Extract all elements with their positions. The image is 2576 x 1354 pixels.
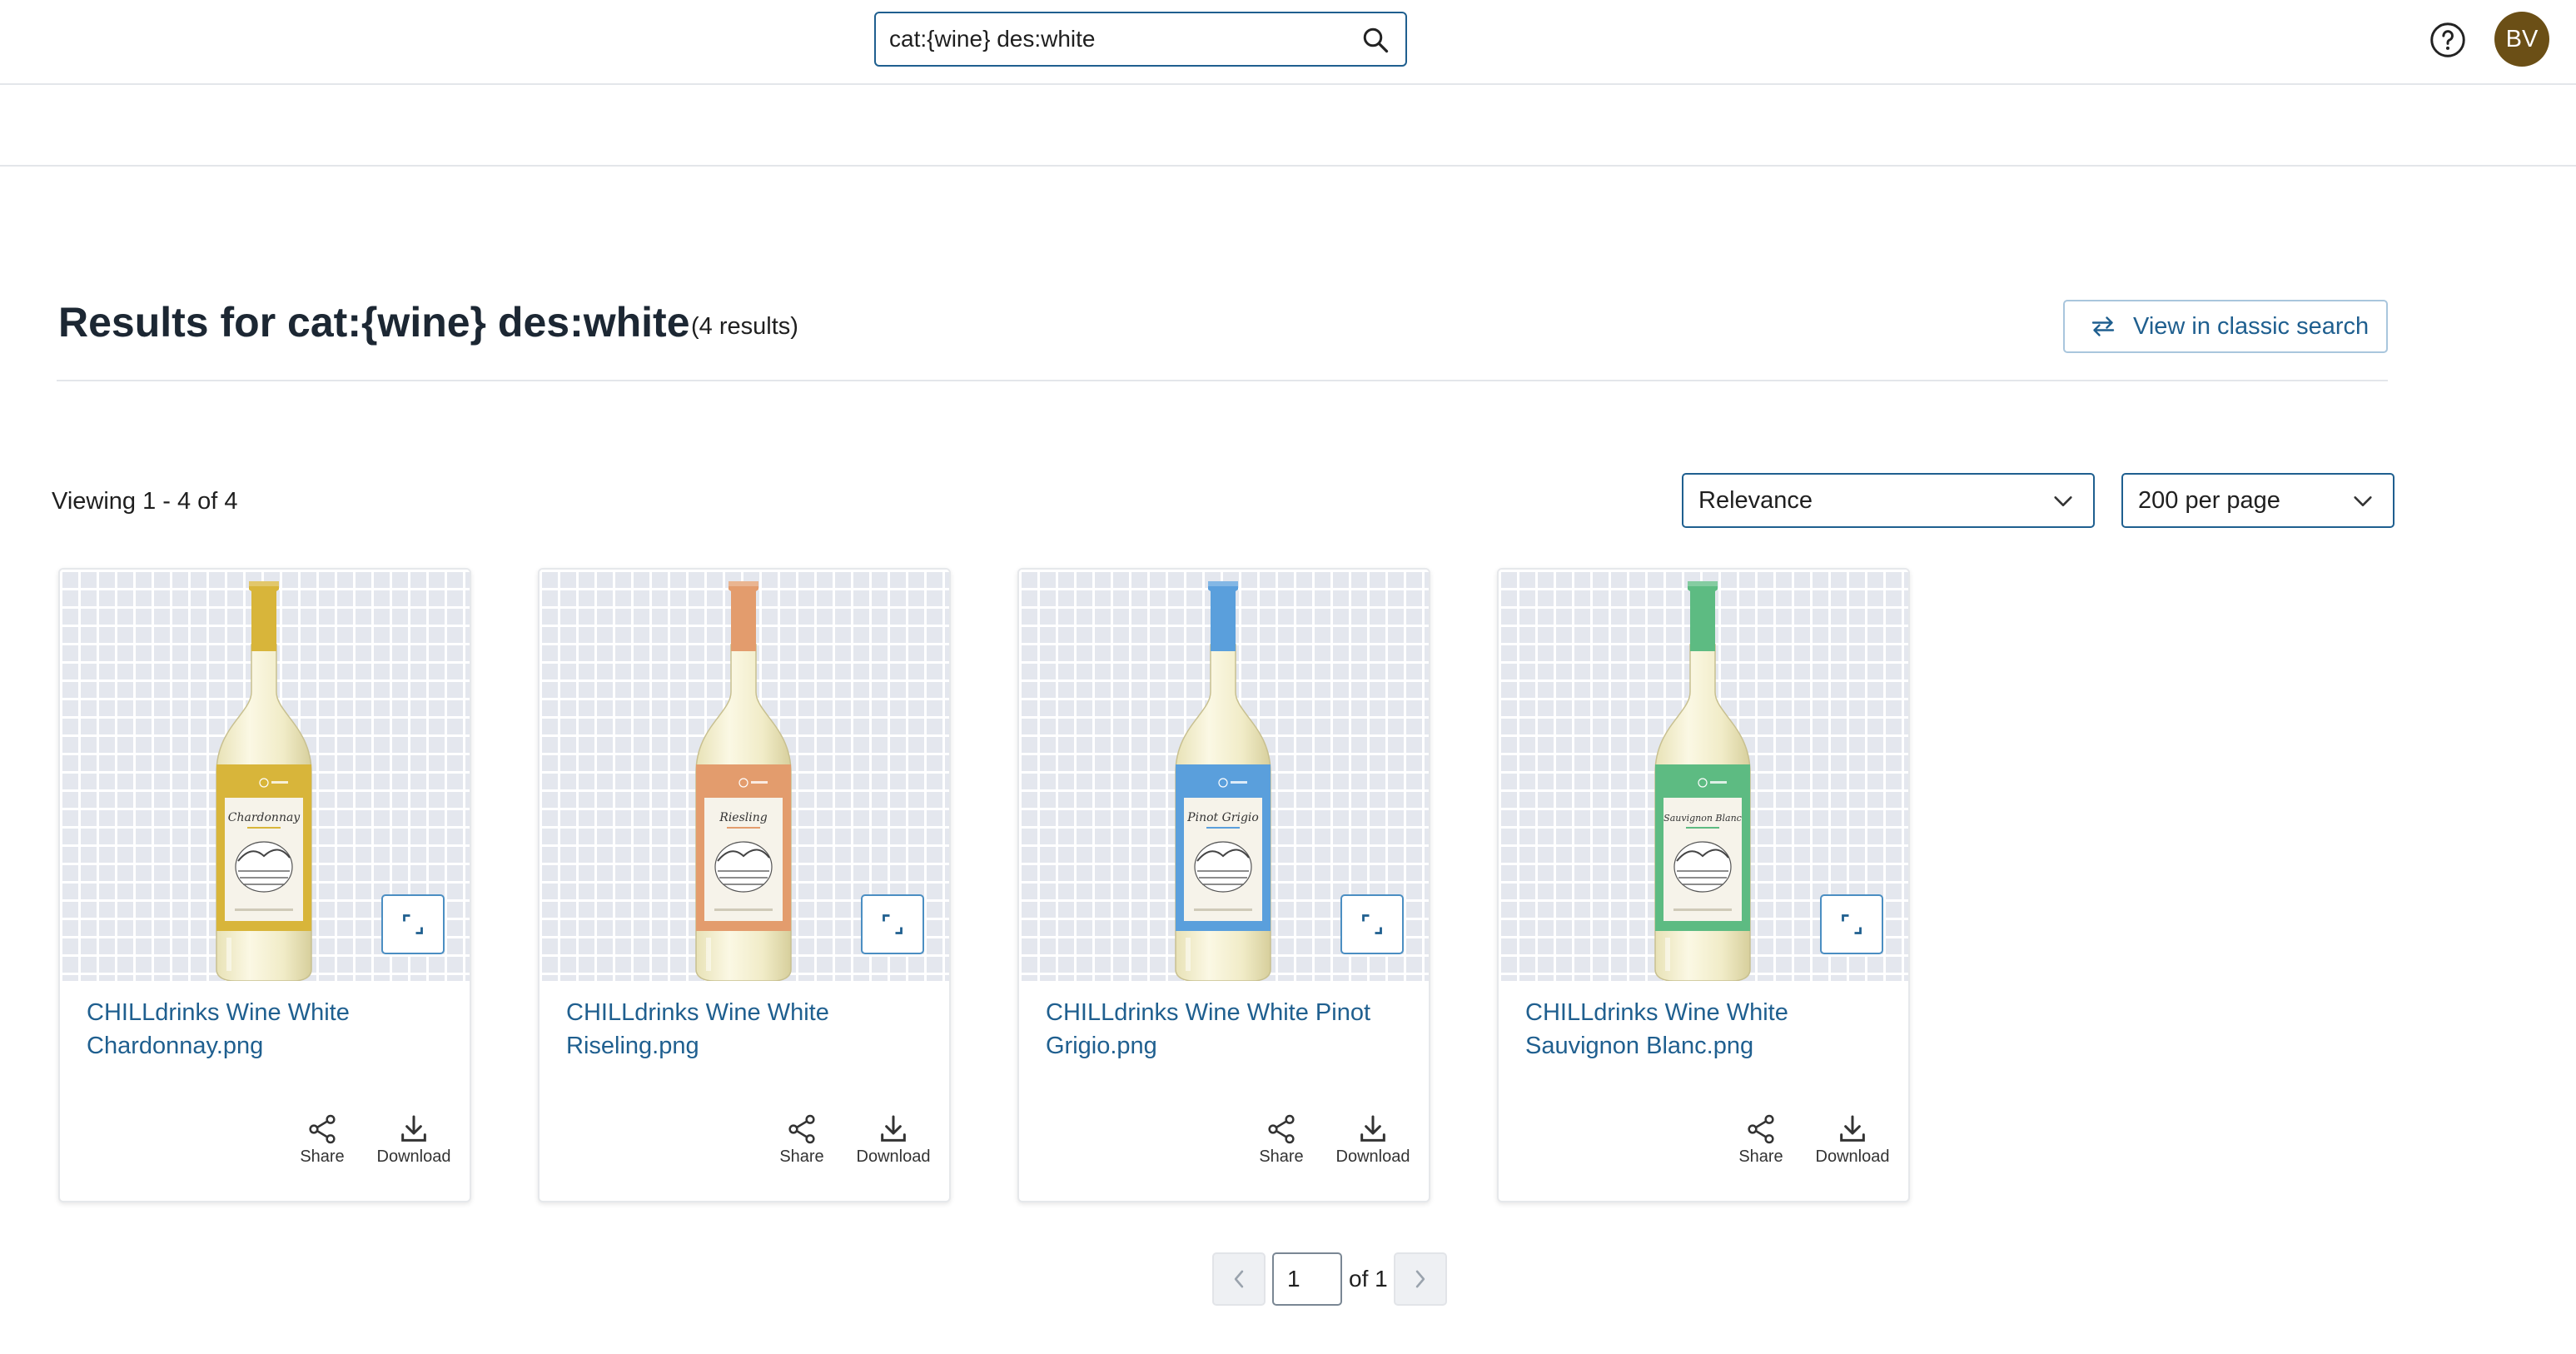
chevron-right-icon [1415,1270,1425,1288]
search-input[interactable] [889,13,1355,65]
expand-icon [883,914,903,934]
page-number-input[interactable] [1272,1252,1342,1306]
svg-text:Pinot Grigio: Pinot Grigio [1186,811,1259,824]
expand-button[interactable] [861,894,924,954]
svg-text:Sauvignon Blanc: Sauvignon Blanc [1663,813,1742,824]
per-page-select-value: 200 per page [2138,486,2280,514]
results-title: Results for cat:{wine} des:white [58,299,690,346]
asset-thumbnail[interactable]: Chardonnay [60,570,470,981]
asset-title[interactable]: CHILLdrinks Wine White Sauvignon Blanc.p… [1525,996,1883,1063]
wine-bottle-image: Chardonnay [216,581,312,981]
page-total: of 1 [1349,1266,1388,1292]
expand-button[interactable] [1820,894,1883,954]
next-page-button[interactable] [1394,1252,1447,1306]
share-icon [788,1114,815,1144]
download-label: Download [856,1147,931,1166]
share-label: Share [1738,1147,1783,1166]
download-icon [401,1115,426,1142]
download-label: Download [376,1147,451,1166]
wine-bottle-image: Pinot Grigio [1175,581,1271,981]
share-icon [1268,1114,1295,1144]
svg-text:Riesling: Riesling [719,811,767,824]
expand-icon [1362,914,1382,934]
view-classic-search-label: View in classic search [2133,312,2370,340]
download-label: Download [1335,1147,1410,1166]
share-button[interactable]: Share [756,1113,848,1167]
asset-thumbnail[interactable]: Sauvignon Blanc [1499,570,1908,981]
share-label: Share [300,1147,345,1166]
asset-thumbnail[interactable]: Pinot Grigio [1019,570,1429,981]
download-icon [1840,1115,1865,1142]
download-button[interactable]: Download [1807,1113,1898,1167]
download-icon [881,1115,906,1142]
previous-page-button[interactable] [1212,1252,1266,1306]
secondary-bar [0,87,2576,167]
asset-title[interactable]: CHILLdrinks Wine White Riseling.png [566,996,924,1063]
asset-thumbnail[interactable]: Riesling [540,570,949,981]
search-box[interactable] [874,12,1407,67]
expand-icon [1842,914,1862,934]
user-avatar[interactable]: BV [2494,12,2549,67]
asset-card[interactable]: Riesling CHILLdrinks Wine White Riseling… [538,568,951,1202]
chevron-down-icon [2054,496,2072,506]
expand-button[interactable] [1340,894,1404,954]
share-button[interactable]: Share [276,1113,368,1167]
share-button[interactable]: Share [1236,1113,1327,1167]
expand-button[interactable] [381,894,445,954]
share-icon [1748,1114,1774,1144]
sort-select-value: Relevance [1698,486,1813,514]
search-icon[interactable] [1360,25,1390,55]
viewing-range: Viewing 1 - 4 of 4 [52,488,238,515]
sort-select[interactable]: Relevance [1682,473,2095,528]
wine-bottle-image: Riesling [695,581,792,981]
asset-card[interactable]: Pinot Grigio CHILLdrinks Wine White Pino… [1017,568,1430,1202]
asset-title[interactable]: CHILLdrinks Wine White Pinot Grigio.png [1046,996,1404,1063]
download-button[interactable]: Download [1327,1113,1419,1167]
share-label: Share [779,1147,824,1166]
asset-card[interactable]: Chardonnay CHILLdrinks Wine White Chardo… [58,568,471,1202]
svg-text:Chardonnay: Chardonnay [228,811,301,824]
swap-arrows-icon [2091,316,2115,336]
share-label: Share [1259,1147,1304,1166]
asset-title[interactable]: CHILLdrinks Wine White Chardonnay.png [87,996,445,1063]
download-button[interactable]: Download [368,1113,460,1167]
chevron-left-icon [1234,1270,1244,1288]
expand-icon [403,914,423,934]
view-classic-search-button[interactable]: View in classic search [2063,300,2388,353]
help-icon[interactable] [2429,22,2466,58]
download-icon [1360,1115,1385,1142]
top-bar: BV [0,0,2576,85]
download-label: Download [1815,1147,1890,1166]
header-divider [57,380,2388,381]
results-count: (4 results) [691,313,798,340]
per-page-select[interactable]: 200 per page [2121,473,2394,528]
asset-card[interactable]: Sauvignon Blanc CHILLdrinks Wine White S… [1497,568,1910,1202]
share-button[interactable]: Share [1715,1113,1807,1167]
share-icon [309,1114,336,1144]
chevron-down-icon [2354,496,2372,506]
download-button[interactable]: Download [848,1113,939,1167]
wine-bottle-image: Sauvignon Blanc [1654,581,1751,981]
